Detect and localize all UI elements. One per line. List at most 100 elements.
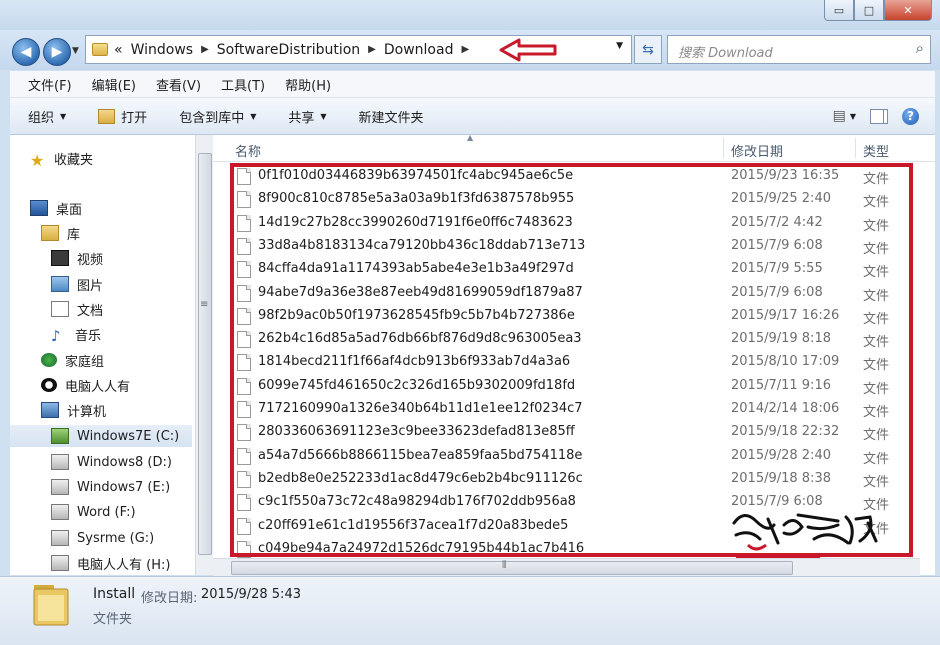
table-row[interactable]: 1814becd211f1f66af4dcb913b6f933ab7d4a3a6… (213, 350, 935, 373)
column-type[interactable]: 类型 (863, 141, 889, 160)
file-type: 文件 (863, 474, 890, 490)
sidebar-item-homegroup[interactable]: 家庭组 (41, 349, 104, 371)
breadcrumb-separator-icon[interactable]: ▶ (461, 44, 469, 55)
minimize-button[interactable]: ▭ (824, 0, 854, 21)
sidebar-item-videos[interactable]: 视频 (51, 247, 103, 269)
menu-help[interactable]: 帮助(H) (285, 75, 331, 94)
scrollbar-thumb[interactable] (198, 153, 212, 555)
sidebar-item-music[interactable]: ♪ 音乐 (51, 323, 101, 345)
table-row[interactable]: 6099e745fd461650c2c326d165b9302009fd18fd… (213, 374, 935, 397)
table-row[interactable]: b2edb8e0e252233d1ac8d479c6eb2b4bc911126c… (213, 467, 935, 490)
file-name[interactable]: 6099e745fd461650c2c326d165b9302009fd18fd (258, 378, 575, 393)
search-input[interactable]: 搜索 Download (678, 42, 773, 61)
search-box[interactable]: 搜索 Download ⌕ (667, 35, 931, 64)
chevron-down-icon[interactable]: ▼ (850, 112, 856, 121)
sidebar-item-drive-d[interactable]: Windows8 (D:) (51, 451, 172, 473)
breadcrumb-separator-icon[interactable]: ▶ (201, 44, 209, 55)
table-row[interactable]: a54a7d5666b8866115bea7ea859faa5bd754118e… (213, 444, 935, 467)
breadcrumb-overflow[interactable]: « (114, 42, 123, 58)
table-row[interactable]: 98f2b9ac0b50f1973628545fb9c5b7b4b727386e… (213, 304, 935, 327)
organize-button[interactable]: 组织 ▼ (28, 107, 66, 126)
file-name[interactable]: 262b4c16d85a5ad76db66bf876d9d8c963005ea3 (258, 331, 582, 346)
breadcrumb-download[interactable]: Download (384, 42, 454, 58)
column-date-modified[interactable]: 修改日期 (731, 141, 783, 160)
sidebar-item-drive-c[interactable]: Windows7E (C:) (10, 425, 192, 447)
table-row[interactable]: 94abe7d9a36e38e87eeb49d81699059df1879a87… (213, 281, 935, 304)
view-options-icon[interactable]: ▤ (833, 108, 846, 124)
sidebar-item-desktop[interactable]: 桌面 (30, 197, 82, 219)
sidebar-item-drive-g[interactable]: Sysrme (G:) (51, 527, 154, 549)
recent-pages-dropdown[interactable]: ▼ (72, 46, 79, 56)
help-icon[interactable]: ? (902, 107, 919, 125)
file-name[interactable]: 33d8a4b8183134ca79120bb436c18ddab713e713 (258, 238, 585, 253)
forward-button[interactable]: ▶ (43, 38, 71, 66)
table-row[interactable]: 8f900c810c8785e5a3a03a9b1f3fd6387578b955… (213, 187, 935, 210)
menu-file[interactable]: 文件(F) (28, 75, 72, 94)
column-divider[interactable] (723, 138, 724, 158)
file-name[interactable]: 8f900c810c8785e5a3a03a9b1f3fd6387578b955 (258, 191, 574, 206)
file-name[interactable]: 84cffa4da91a1174393ab5abe4e3e1b3a49f297d (258, 261, 574, 276)
maximize-button[interactable]: □ (854, 0, 884, 21)
breadcrumb-windows[interactable]: Windows (131, 42, 194, 58)
file-date: 2015/9/19 8:18 (731, 331, 831, 347)
share-button[interactable]: 共享 ▼ (288, 107, 326, 126)
file-date: 2015/9/18 8:38 (731, 470, 831, 486)
scrollbar-thumb[interactable] (231, 560, 793, 575)
back-button[interactable]: ◀ (12, 38, 40, 66)
refresh-button[interactable]: ⇆ (634, 35, 662, 64)
new-folder-button[interactable]: 新建文件夹 (359, 107, 424, 126)
sidebar-item-drive-f[interactable]: Word (F:) (51, 501, 136, 523)
breadcrumb-softwaredistribution[interactable]: SoftwareDistribution (217, 42, 360, 58)
menu-edit[interactable]: 编辑(E) (92, 75, 136, 94)
sidebar-item-label: 电脑人人有 (65, 379, 131, 395)
file-name[interactable]: a54a7d5666b8866115bea7ea859faa5bd754118e (258, 448, 582, 463)
address-dropdown-icon[interactable]: ▼ (616, 41, 623, 51)
sidebar-item-drive-h[interactable]: 电脑人人有 (H:) (51, 552, 170, 574)
file-name[interactable]: 7172160990a1326e340b64b11d1e1ee12f0234c7 (258, 401, 583, 416)
file-date: 2015/7/9 6:08 (731, 237, 823, 253)
breadcrumb-separator-icon[interactable]: ▶ (368, 44, 376, 55)
column-divider[interactable] (855, 138, 856, 158)
close-button[interactable]: ✕ (884, 0, 932, 21)
file-name[interactable]: 1814becd211f1f66af4dcb913b6f933ab7d4a3a6 (258, 354, 570, 369)
preview-pane-icon[interactable] (870, 108, 888, 124)
document-icon (51, 301, 69, 317)
file-name[interactable]: c9c1f550a73c72c48a98294db176f702ddb956a8 (258, 494, 576, 509)
file-name[interactable]: c20ff691e61c1d19556f37acea1f7d20a83bede5 (258, 518, 568, 533)
sidebar-item-documents[interactable]: 文档 (51, 298, 103, 320)
file-name[interactable]: 14d19c27b28cc3990260d7191f6e0ff6c7483623 (258, 215, 573, 230)
sidebar-scrollbar[interactable] (195, 135, 213, 575)
file-name[interactable]: c049be94a7a24972d1526dc79195b44b1ac7b416 (258, 541, 584, 556)
include-in-library-button[interactable]: 包含到库中 ▼ (179, 107, 256, 126)
sidebar-item-pictures[interactable]: 图片 (51, 273, 103, 295)
menu-tools[interactable]: 工具(T) (221, 75, 265, 94)
sidebar-item-drive-e[interactable]: Windows7 (E:) (51, 476, 170, 498)
sidebar-item-computer[interactable]: 计算机 (41, 399, 106, 421)
table-row[interactable]: 262b4c16d85a5ad76db66bf876d9d8c963005ea3… (213, 327, 935, 350)
column-name[interactable]: 名称 (235, 141, 261, 160)
file-name[interactable]: 98f2b9ac0b50f1973628545fb9c5b7b4b727386e (258, 308, 575, 323)
file-date: 2015/7/9 6:08 (731, 284, 823, 300)
scribble-overlay-icon (732, 513, 878, 551)
table-row[interactable]: 0f1f010d03446839b63974501fc4abc945ae6c5e… (213, 164, 935, 187)
file-list-hscrollbar[interactable] (213, 558, 920, 576)
table-row[interactable]: 7172160990a1326e340b64b11d1e1ee12f0234c7… (213, 397, 935, 420)
table-row[interactable]: 14d19c27b28cc3990260d7191f6e0ff6c7483623… (213, 211, 935, 234)
sidebar-item-favorites[interactable]: ★ 收藏夹 (30, 147, 93, 170)
search-icon[interactable]: ⌕ (916, 39, 924, 57)
sidebar-item-user[interactable]: 电脑人人有 (41, 374, 130, 396)
file-name[interactable]: 0f1f010d03446839b63974501fc4abc945ae6c5e (258, 168, 573, 183)
sidebar-item-label: 视频 (77, 252, 104, 268)
chevron-down-icon: ▼ (320, 111, 327, 121)
sidebar-item-libraries[interactable]: 库 (41, 222, 80, 244)
menu-view[interactable]: 查看(V) (156, 75, 201, 94)
table-row[interactable]: 33d8a4b8183134ca79120bb436c18ddab713e713… (213, 234, 935, 257)
file-name[interactable]: 280336063691123e3c9bee33623defad813e85ff (258, 424, 575, 439)
file-name[interactable]: 94abe7d9a36e38e87eeb49d81699059df1879a87 (258, 285, 583, 300)
file-name[interactable]: b2edb8e0e252233d1ac8d479c6eb2b4bc911126c (258, 471, 583, 486)
table-row[interactable]: 280336063691123e3c9bee33623defad813e85ff… (213, 420, 935, 443)
file-date: 2015/8/10 17:09 (731, 354, 840, 370)
table-row[interactable]: 84cffa4da91a1174393ab5abe4e3e1b3a49f297d… (213, 257, 935, 280)
open-button[interactable]: 打开 (98, 107, 147, 126)
address-bar[interactable]: « Windows ▶ SoftwareDistribution ▶ Downl… (85, 35, 632, 64)
